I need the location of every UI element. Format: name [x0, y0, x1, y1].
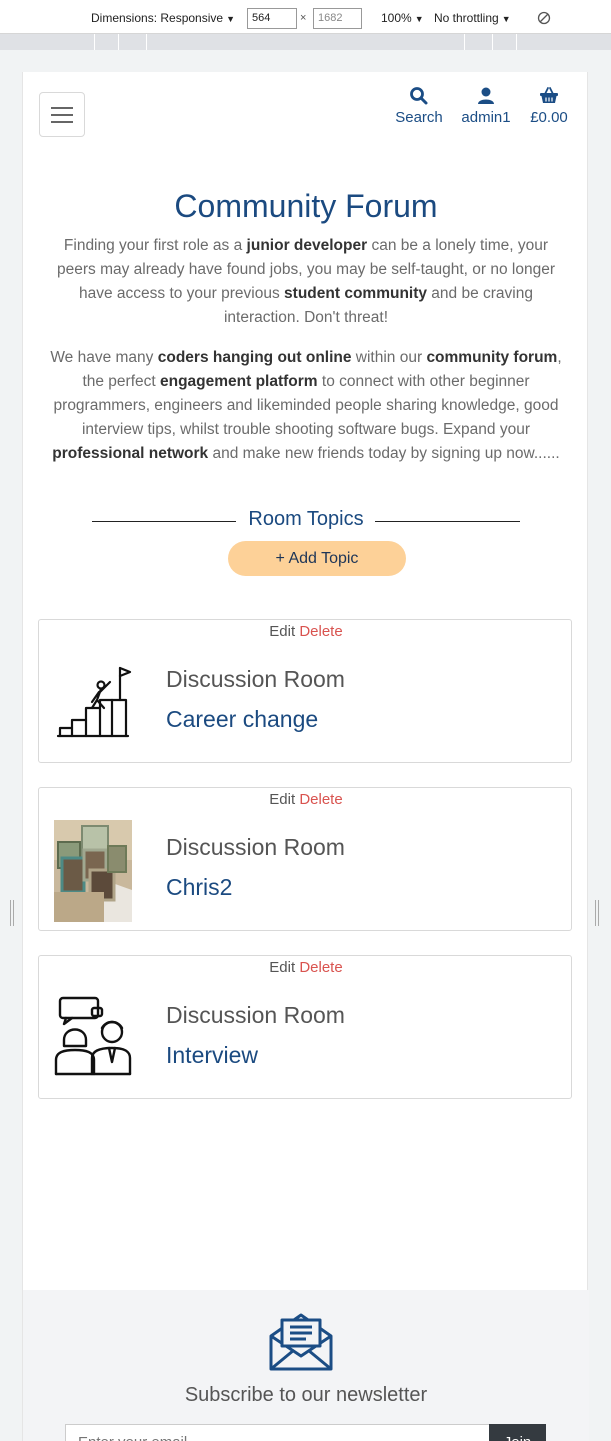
- user-icon: [478, 87, 494, 104]
- room-topics-heading: Room Topics: [248, 508, 364, 530]
- highlight-text: professional network: [52, 445, 209, 462]
- email-input[interactable]: [65, 1424, 490, 1441]
- account-link[interactable]: admin1: [459, 85, 513, 126]
- height-input[interactable]: 1682: [313, 8, 362, 29]
- edit-link[interactable]: Edit: [269, 959, 295, 976]
- delete-link[interactable]: Delete: [299, 791, 342, 808]
- right-resize-handle[interactable]: [595, 900, 599, 926]
- throttling-dropdown[interactable]: No throttling ▼: [434, 11, 511, 25]
- room-name-link[interactable]: Career change: [166, 706, 318, 733]
- room-card[interactable]: Edit Delete Discussion Room Career chang…: [38, 619, 572, 763]
- room-actions: Edit Delete: [39, 791, 573, 808]
- search-link[interactable]: Search: [393, 85, 445, 126]
- body-text: within our: [351, 349, 427, 366]
- room-actions: Edit Delete: [39, 623, 573, 640]
- room-card[interactable]: Edit Delete Discussion Room Interview: [38, 955, 572, 1099]
- dimensions-label: Dimensions: Responsive: [91, 11, 224, 25]
- body-text: and make new friends today by signing up…: [208, 445, 560, 462]
- chevron-down-icon: ▼: [414, 14, 424, 24]
- menu-toggle-button[interactable]: [39, 92, 85, 137]
- room-type-label: Discussion Room: [166, 1002, 345, 1028]
- room-card[interactable]: Edit Delete Discussion Room Chris2: [38, 787, 572, 931]
- page-viewport: Search admin1 £0.00 Community Forum Find…: [22, 72, 589, 1441]
- body-text: We have many: [50, 349, 158, 366]
- shopping-basket-icon: [540, 87, 558, 103]
- interview-people-icon: [54, 996, 132, 1076]
- room-name-link[interactable]: Chris2: [166, 874, 232, 901]
- media-query-ruler: [0, 34, 611, 50]
- photo-frames-image: [54, 820, 132, 922]
- edit-link[interactable]: Edit: [269, 791, 295, 808]
- delete-link[interactable]: Delete: [299, 959, 342, 976]
- dimensions-dropdown[interactable]: Dimensions: Responsive ▼: [91, 11, 235, 25]
- username-label: admin1: [461, 109, 511, 126]
- chevron-down-icon: ▼: [501, 14, 511, 24]
- add-topic-button[interactable]: + Add Topic: [228, 541, 406, 576]
- intro-paragraph-2: We have many coders hanging out online w…: [47, 346, 565, 466]
- width-input[interactable]: 564: [247, 8, 297, 29]
- career-climb-icon: [56, 666, 132, 738]
- join-button[interactable]: Join: [489, 1424, 546, 1441]
- zoom-dropdown[interactable]: 100% ▼: [381, 11, 424, 25]
- delete-link[interactable]: Delete: [299, 623, 342, 640]
- highlight-text: community forum: [426, 349, 558, 366]
- room-type-label: Discussion Room: [166, 666, 345, 692]
- highlight-text: student community: [284, 285, 427, 302]
- throttling-label: No throttling: [434, 11, 499, 25]
- cart-total-label: £0.00: [530, 109, 568, 126]
- subscribe-text: Subscribe to our newsletter: [184, 1384, 428, 1406]
- highlight-text: junior developer: [246, 237, 368, 254]
- zoom-label: 100%: [381, 11, 412, 25]
- edit-link[interactable]: Edit: [269, 623, 295, 640]
- search-label: Search: [395, 109, 443, 126]
- chevron-down-icon: ▼: [226, 14, 235, 24]
- cart-link[interactable]: £0.00: [526, 85, 572, 126]
- search-icon: [410, 87, 428, 105]
- room-type-label: Discussion Room: [166, 834, 345, 860]
- times-separator: ×: [300, 12, 307, 24]
- page-title: Community Forum: [174, 188, 438, 224]
- envelope-icon: [269, 1313, 333, 1371]
- devtools-toolbar: Dimensions: Responsive ▼ 564 × 1682 100% ▼…: [0, 0, 611, 34]
- room-actions: Edit Delete: [39, 959, 573, 976]
- intro-paragraph-1: Finding your first role as a junior deve…: [47, 234, 565, 330]
- rotate-icon[interactable]: [537, 11, 551, 25]
- room-name-link[interactable]: Interview: [166, 1042, 258, 1069]
- highlight-text: coders hanging out online: [157, 349, 352, 366]
- body-text: Finding your first role as a: [63, 237, 247, 254]
- newsletter-footer: Subscribe to our newsletter Join: [23, 1290, 589, 1441]
- highlight-text: engagement platform: [159, 373, 318, 390]
- left-resize-handle[interactable]: [10, 900, 14, 926]
